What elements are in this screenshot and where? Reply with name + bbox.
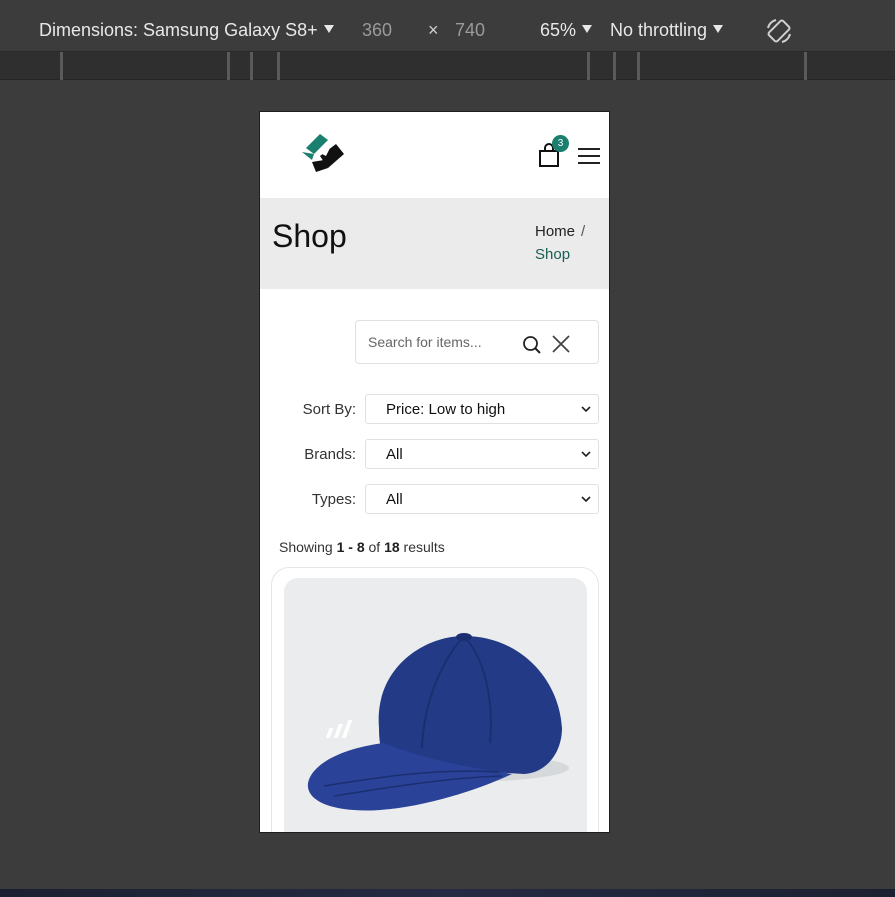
site-header: 3 <box>260 112 609 198</box>
types-label: Types: <box>311 491 356 508</box>
times-symbol: × <box>428 20 439 40</box>
sort-select[interactable]: Price: Low to high <box>365 394 599 424</box>
device-dimensions-dropdown[interactable]: Dimensions: Samsung Galaxy S8+ <box>39 20 334 41</box>
device-viewport: 3 Shop Home / Shop Sort By: Price: Low t… <box>259 111 610 833</box>
zoom-dropdown[interactable]: 65% <box>540 20 593 41</box>
ruler-mark <box>250 52 253 80</box>
devtools-toolbar: Dimensions: Samsung Galaxy S8+ 360 × 740… <box>0 0 895 52</box>
page-banner: Shop Home / Shop <box>260 198 609 289</box>
ruler-mark <box>587 52 590 80</box>
types-select[interactable]: All <box>365 484 599 514</box>
breadcrumb-home-link[interactable]: Home <box>535 223 575 240</box>
height-input[interactable]: 740 <box>455 20 485 41</box>
brands-label: Brands: <box>304 446 356 463</box>
throttling-dropdown[interactable]: No throttling <box>610 20 724 41</box>
bottom-strip <box>0 889 895 897</box>
ruler-mark <box>227 52 230 80</box>
zoom-value: 65% <box>540 20 577 40</box>
page-title: Shop <box>272 218 347 254</box>
brands-select[interactable]: All <box>365 439 599 469</box>
breadcrumb-separator: / <box>581 223 586 240</box>
sort-label: Sort By: <box>302 401 356 418</box>
cart-count-badge: 3 <box>552 135 569 152</box>
width-input[interactable]: 360 <box>362 20 392 41</box>
results-count: Showing 1 - 8 of 18 results <box>279 539 445 555</box>
chevron-down-icon <box>581 451 591 458</box>
search-input[interactable] <box>368 331 518 353</box>
ruler-mark <box>613 52 616 80</box>
breadcrumb-current: Shop <box>535 246 571 263</box>
sort-value: Price: Low to high <box>386 401 506 418</box>
caret-down-icon <box>582 25 593 33</box>
cap-illustration <box>307 633 569 811</box>
ruler-mark <box>804 52 807 80</box>
hamburger-icon[interactable] <box>578 148 600 165</box>
product-card[interactable] <box>271 567 599 832</box>
media-query-ruler <box>0 52 895 80</box>
caret-down-icon <box>713 25 724 33</box>
search-box <box>355 320 599 364</box>
caret-down-icon <box>323 25 334 33</box>
rotate-icon[interactable] <box>764 16 794 46</box>
ruler-mark <box>637 52 640 80</box>
product-image[interactable] <box>284 578 587 832</box>
chevron-down-icon <box>581 496 591 503</box>
types-value: All <box>386 491 403 508</box>
throttling-value: No throttling <box>610 20 708 40</box>
brand-logo[interactable] <box>298 126 350 178</box>
search-icon[interactable] <box>522 335 542 355</box>
brands-value: All <box>386 446 403 463</box>
chevron-down-icon <box>581 406 591 413</box>
close-icon[interactable] <box>552 335 570 353</box>
ruler-mark <box>277 52 280 80</box>
ruler-mark <box>60 52 63 80</box>
device-label: Dimensions: Samsung Galaxy S8+ <box>39 20 318 40</box>
